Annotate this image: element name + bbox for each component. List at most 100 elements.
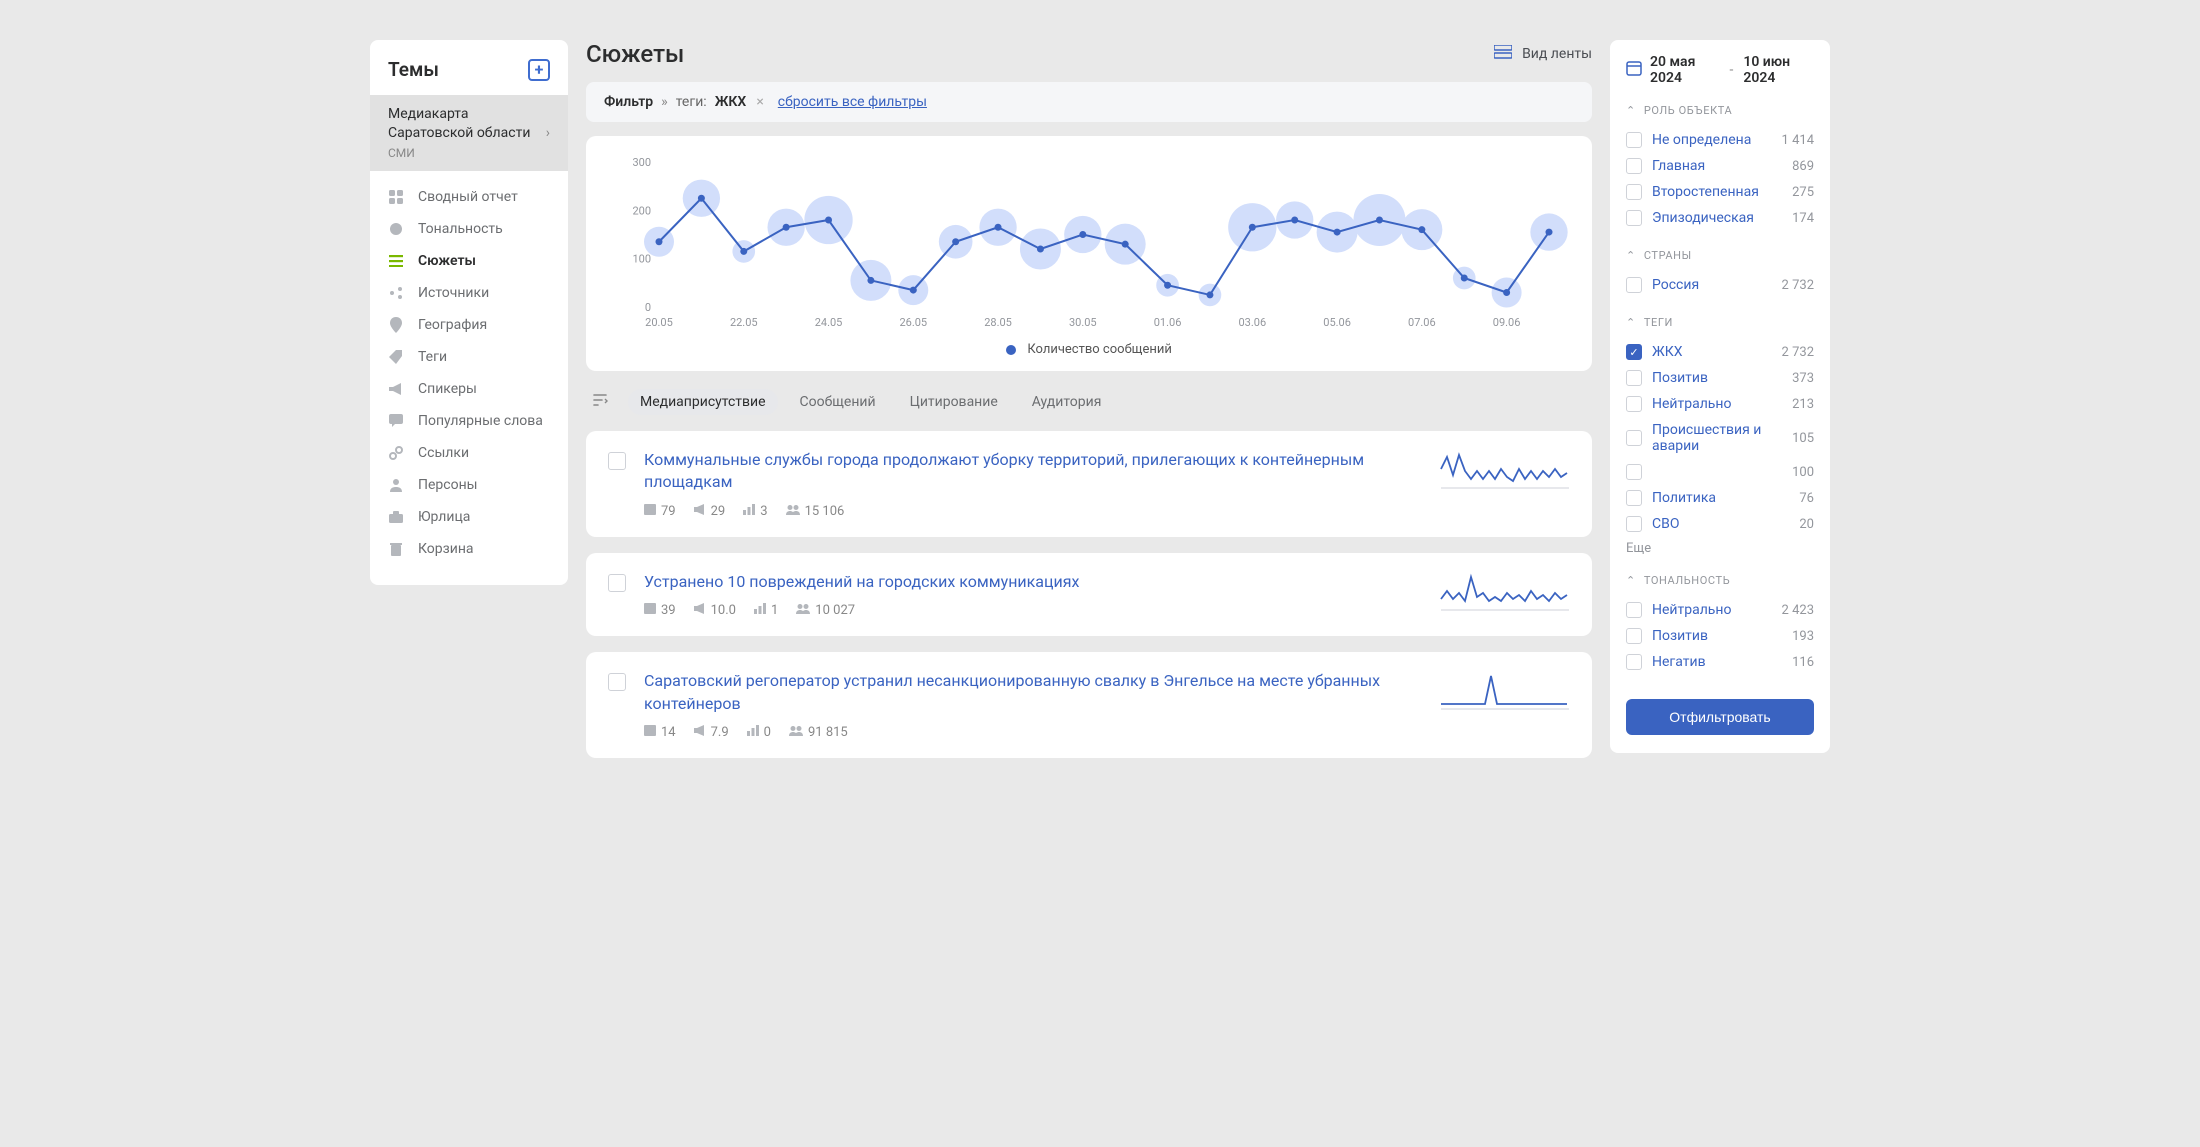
topic-stat-0: 14 [644,725,676,740]
topic-checkbox[interactable] [608,673,626,691]
view-toggle-label: Вид ленты [1522,46,1592,62]
filter-item[interactable]: 100 [1626,459,1814,485]
sidebar-title: Темы [388,58,439,81]
filter-item[interactable]: Нейтрально 213 [1626,391,1814,417]
topic-title[interactable]: Устранено 10 повреждений на городских ко… [644,571,1422,593]
person-icon [388,477,404,493]
sidebar-nav: Сводный отчетТональностьСюжетыИсточники Г… [370,181,568,565]
chevron-up-icon: ⌃ [1626,574,1636,587]
sidebar-item-8[interactable]: Ссылки [370,437,568,469]
sort-tab-1[interactable]: Сообщений [788,389,888,415]
filter-tegi-label: теги: [676,94,707,110]
filter-item[interactable]: Главная 869 [1626,153,1814,179]
filter-item-count: 76 [1799,491,1814,506]
filter-item[interactable]: Эпизодическая 174 [1626,205,1814,231]
bars-icon [754,603,766,618]
sidebar-item-9[interactable]: Персоны [370,469,568,501]
sort-icon[interactable] [592,393,608,411]
filter-item[interactable]: СВО 20 [1626,511,1814,537]
filter-checkbox[interactable] [1626,184,1642,200]
svg-text:20.05: 20.05 [645,316,673,329]
filter-checkbox[interactable] [1626,158,1642,174]
chart-legend: Количество сообщений [606,342,1572,357]
sidebar-item-3[interactable]: Источники [370,277,568,309]
filter-item[interactable]: Позитив 373 [1626,365,1814,391]
filter-checkbox[interactable] [1626,516,1642,532]
filter-checkbox[interactable] [1626,654,1642,670]
chart: 010020030020.0522.0524.0526.0528.0530.05… [606,152,1572,332]
filter-checkbox[interactable] [1626,464,1642,480]
filter-item[interactable]: Позитив 193 [1626,623,1814,649]
filter-checkbox[interactable] [1626,277,1642,293]
topic-stat-1: 7.9 [694,725,729,740]
sidebar-item-label: География [418,317,487,333]
filter-checkbox[interactable] [1626,210,1642,226]
calendar-icon [1626,60,1642,80]
sidebar-item-6[interactable]: Спикеры [370,373,568,405]
sidebar-item-label: Спикеры [418,381,477,397]
filter-section-header[interactable]: ⌃РОЛЬ ОБЪЕКТА [1626,104,1814,117]
filter-item-label: Позитив [1652,370,1708,386]
filter-checkbox[interactable] [1626,132,1642,148]
filter-item[interactable]: Не определена 1 414 [1626,127,1814,153]
filter-item[interactable]: Россия 2 732 [1626,272,1814,298]
filter-checkbox[interactable] [1626,628,1642,644]
sidebar-item-5[interactable]: Теги [370,341,568,373]
filter-item-label: Не определена [1652,132,1751,148]
sidebar-item-0[interactable]: Сводный отчет [370,181,568,213]
filter-checkbox[interactable] [1626,490,1642,506]
megaphone-icon [694,725,706,740]
audience-icon [789,725,803,740]
sort-tab-2[interactable]: Цитирование [898,389,1010,415]
sidebar-item-11[interactable]: Корзина [370,533,568,565]
date-dash: - [1727,62,1735,78]
date-range[interactable]: 20 мая 2024 - 10 июн 2024 [1626,54,1814,86]
filter-section-3: ⌃ТОНАЛЬНОСТЬ Нейтрально 2 423 Позитив 19… [1626,574,1814,675]
filter-item-count: 116 [1792,655,1814,670]
filter-item[interactable]: Негатив 116 [1626,649,1814,675]
filter-item[interactable]: Политика 76 [1626,485,1814,511]
filter-section-header[interactable]: ⌃ТОНАЛЬНОСТЬ [1626,574,1814,587]
filter-section-0: ⌃РОЛЬ ОБЪЕКТА Не определена 1 414 Главна… [1626,104,1814,231]
view-toggle[interactable]: Вид ленты [1494,45,1592,63]
filter-section-header[interactable]: ⌃ТЕГИ [1626,316,1814,329]
filter-tag-remove[interactable]: × [756,94,763,110]
filter-item-count: 275 [1792,185,1814,200]
add-theme-button[interactable]: + [528,59,550,81]
sidebar-item-1[interactable]: Тональность [370,213,568,245]
filter-section-title: ТЕГИ [1644,316,1673,329]
topic-title[interactable]: Коммунальные службы города продолжают уб… [644,449,1422,494]
filter-item[interactable]: Нейтрально 2 423 [1626,597,1814,623]
sidebar-item-label: Корзина [418,541,474,557]
filter-reset-link[interactable]: сбросить все фильтры [778,94,927,110]
active-theme[interactable]: Медиакарта Саратовской области СМИ › [370,95,568,171]
topic-title[interactable]: Саратовский регоператор устранил несанкц… [644,670,1422,715]
filter-checkbox[interactable] [1626,430,1642,446]
svg-text:26.05: 26.05 [899,316,927,329]
filter-item[interactable]: ✓ ЖКХ 2 732 [1626,339,1814,365]
sidebar-item-7[interactable]: Популярные слова [370,405,568,437]
filter-item-label: СВО [1652,516,1679,532]
filter-more-link[interactable]: Еще [1626,537,1814,556]
sidebar-item-2[interactable]: Сюжеты [370,245,568,277]
sort-tab-3[interactable]: Аудитория [1020,389,1114,415]
topic-stats: 147.9091 815 [644,725,1422,740]
sidebar: Темы + Медиакарта Саратовской области СМ… [370,40,568,585]
topic-checkbox[interactable] [608,452,626,470]
svg-text:30.05: 30.05 [1069,316,1097,329]
topic-checkbox[interactable] [608,574,626,592]
filter-apply-button[interactable]: Отфильтровать [1626,699,1814,735]
sidebar-item-4[interactable]: География [370,309,568,341]
sidebar-item-10[interactable]: Юрлица [370,501,568,533]
filter-item[interactable]: Происшествия и аварии 105 [1626,417,1814,459]
filter-section-header[interactable]: ⌃СТРАНЫ [1626,249,1814,262]
link-icon [388,445,404,461]
filter-checkbox[interactable] [1626,370,1642,386]
filter-checkbox[interactable] [1626,396,1642,412]
filter-item-label: Позитив [1652,628,1708,644]
filter-checkbox[interactable] [1626,602,1642,618]
filter-checkbox[interactable]: ✓ [1626,344,1642,360]
sort-tab-0[interactable]: Медиаприсутствие [628,389,778,415]
filter-item[interactable]: Второстепенная 275 [1626,179,1814,205]
topic-stat-2: 0 [747,725,771,740]
